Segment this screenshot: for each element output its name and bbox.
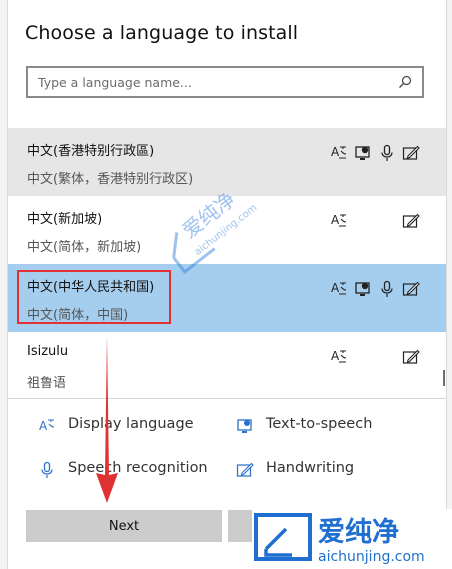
legend-label: Speech recognition [68,460,208,476]
microphone-icon [41,461,53,478]
window-right-edge [446,0,452,569]
window-left-edge [0,0,8,569]
legend-display-language: A Display language [38,416,208,436]
language-name: 中文(新加坡) [27,212,103,227]
dialog-title: Choose a language to install [25,22,299,44]
annotation-highlight-box [17,270,171,324]
feature-icons: A [330,348,426,366]
search-icon[interactable] [398,75,412,89]
text-to-speech-icon [237,419,252,433]
display-language-icon: A [39,419,55,433]
display-language-icon: A [331,281,347,295]
handwriting-icon [236,462,254,477]
legend-label: Text-to-speech [266,416,373,432]
watermark-logo-cn: 爱纯净 [318,516,399,548]
svg-text:A: A [39,419,48,433]
legend-label: Display language [68,416,194,432]
legend-handwriting: Handwriting [236,460,396,480]
legend-text-to-speech: Text-to-speech [236,416,396,436]
handwriting-icon [402,349,420,364]
feature-icons: A [330,212,426,230]
language-row-isizulu[interactable]: Isizulu 祖鲁语 A [8,332,446,400]
legend-label: Handwriting [266,460,355,476]
handwriting-icon [402,213,420,228]
language-name: 中文(香港特别行政區) [27,144,155,159]
microphone-icon [381,144,393,161]
display-language-icon: A [331,145,347,159]
search-box[interactable] [26,66,424,98]
display-language-icon: A [331,213,347,227]
microphone-icon [381,280,393,297]
watermark-logo: 爱纯净 aichunjing.com [252,509,452,569]
handwriting-icon [402,281,420,296]
svg-text:A: A [331,213,340,227]
watermark-logo-url: aichunjing.com [318,549,425,565]
feature-icons: A [330,144,426,162]
legend-divider [8,398,446,399]
feature-icons: A [330,280,426,298]
handwriting-icon [402,145,420,160]
svg-text:A: A [331,145,340,159]
language-native-name: 祖鲁语 [27,376,67,391]
annotation-arrow-down [96,335,118,503]
display-language-icon: A [331,349,347,363]
language-native-name: 中文(简体，新加坡) [27,240,142,255]
text-to-speech-icon [355,146,370,160]
svg-text:A: A [331,349,340,363]
svg-text:A: A [331,281,340,295]
watermark-logo-center: 爱纯净 aichunjing.com [172,187,259,275]
next-button[interactable]: Next [26,510,222,542]
legend-speech-recognition: Speech recognition [38,460,218,480]
watermark-center-cn: 爱纯净 [178,187,240,243]
list-scrollbar[interactable] [443,370,445,386]
search-input[interactable] [28,68,378,96]
language-name: Isizulu [27,344,69,359]
text-to-speech-icon [355,282,370,296]
watermark-logo-graphic: 爱纯净 aichunjing.com [254,513,425,565]
